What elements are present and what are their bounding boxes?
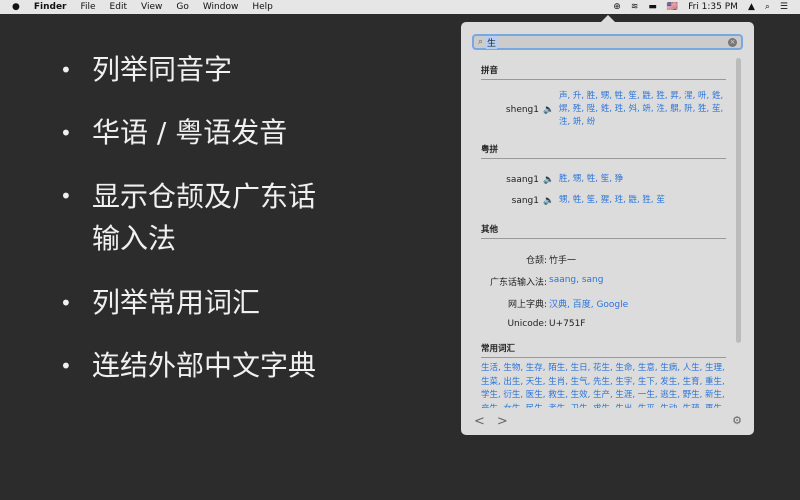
feature-item: • 华语 / 粤语发音 — [60, 116, 288, 149]
unicode-row: Unicode: U+751F — [507, 319, 586, 329]
wifi-icon[interactable]: ≋ — [631, 2, 639, 12]
cantonese-input-row: 广东话输入法: saang, sang — [489, 275, 604, 288]
clear-search-icon[interactable]: × — [728, 37, 737, 47]
jyutping-row: saang1 🔈 胜, 甥, 牲, 笙, 狰 — [481, 173, 726, 186]
section-pinyin: 拼音 — [481, 60, 726, 80]
dictionary-popover: ⌕ 生 × 拼音 sheng1 🔈 声, 升, 胜, 甥, 牲, 笙, 鼪, 狌… — [461, 15, 754, 435]
menu-window[interactable]: Window — [203, 2, 239, 12]
feature-item: • 列举同音字 — [60, 53, 233, 86]
cangjie-row: 仓颉: 竹手一 — [525, 256, 577, 266]
clock[interactable]: Fri 1:35 PM — [688, 2, 738, 12]
spotlight-search-icon[interactable]: ⌕ — [765, 2, 770, 12]
jyutping-row: sang1 🔈 甥, 牲, 笙, 猩, 珄, 鼪, 狌, 苼 — [481, 194, 726, 207]
speaker-icon[interactable]: 🔈 — [543, 175, 559, 185]
homophone-links[interactable]: 胜, 甥, 牲, 笙, 狰 — [559, 173, 726, 186]
apple-menu-icon[interactable]: ● — [12, 2, 20, 12]
menu-go[interactable]: Go — [176, 2, 188, 12]
online-dictionary-row: 网上字典: 汉典, 百度, Google — [507, 300, 629, 310]
feature-item: • 连结外部中文字典 — [60, 349, 317, 382]
battery-icon[interactable]: ▬ — [648, 2, 657, 12]
section-vocab: 常用词汇 — [481, 338, 726, 358]
menu-view[interactable]: View — [141, 2, 162, 12]
section-jyutping: 粤拼 — [481, 139, 726, 159]
search-input[interactable]: ⌕ 生 × — [472, 34, 743, 50]
feature-item: • 列举常用词汇 — [60, 286, 261, 319]
feature-item: • 显示仓颉及广东话 输入法 — [60, 180, 317, 255]
section-other: 其他 — [481, 219, 726, 239]
speaker-icon[interactable]: 🔈 — [543, 196, 559, 206]
pinyin-row: sheng1 🔈 声, 升, 胜, 甥, 牲, 笙, 鼪, 狌, 昇, 湦, 呏… — [481, 90, 726, 129]
menu-app-finder[interactable]: Finder — [34, 2, 67, 12]
vocab-links[interactable]: 生活, 生物, 生存, 陌生, 生日, 花生, 生命, 生意, 生病, 人生, … — [481, 362, 726, 408]
menu-file[interactable]: File — [80, 2, 95, 12]
menu-bar: ● Finder File Edit View Go Window Help ⊕… — [0, 0, 800, 14]
user-icon[interactable]: ▲ — [748, 2, 755, 12]
search-icon: ⌕ — [478, 37, 484, 47]
scrollbar[interactable] — [736, 58, 741, 343]
result-content: 拼音 sheng1 🔈 声, 升, 胜, 甥, 牲, 笙, 鼪, 狌, 昇, 湦… — [481, 58, 726, 408]
menu-help[interactable]: Help — [252, 2, 273, 12]
input-source-flag-icon[interactable]: 🇺🇸 — [667, 2, 678, 12]
gear-icon[interactable]: ⚙ — [732, 414, 742, 427]
homophone-links[interactable]: 甥, 牲, 笙, 猩, 珄, 鼪, 狌, 苼 — [559, 194, 726, 207]
forward-icon[interactable]: > — [497, 414, 508, 429]
dictionary-app-icon[interactable]: ⊕ — [613, 2, 621, 12]
homophone-links[interactable]: 声, 升, 胜, 甥, 牲, 笙, 鼪, 狌, 昇, 湦, 呏, 鉎, 焺, 殅… — [559, 90, 726, 129]
speaker-icon[interactable]: 🔈 — [543, 105, 559, 115]
back-icon[interactable]: < — [474, 414, 485, 429]
feature-list: • 列举同音字 • 华语 / 粤语发音 • 显示仓颉及广东话 输入法 • 列举常用词汇 … — [60, 50, 316, 409]
menu-edit[interactable]: Edit — [110, 2, 127, 12]
notification-center-icon[interactable]: ☰ — [780, 2, 788, 12]
